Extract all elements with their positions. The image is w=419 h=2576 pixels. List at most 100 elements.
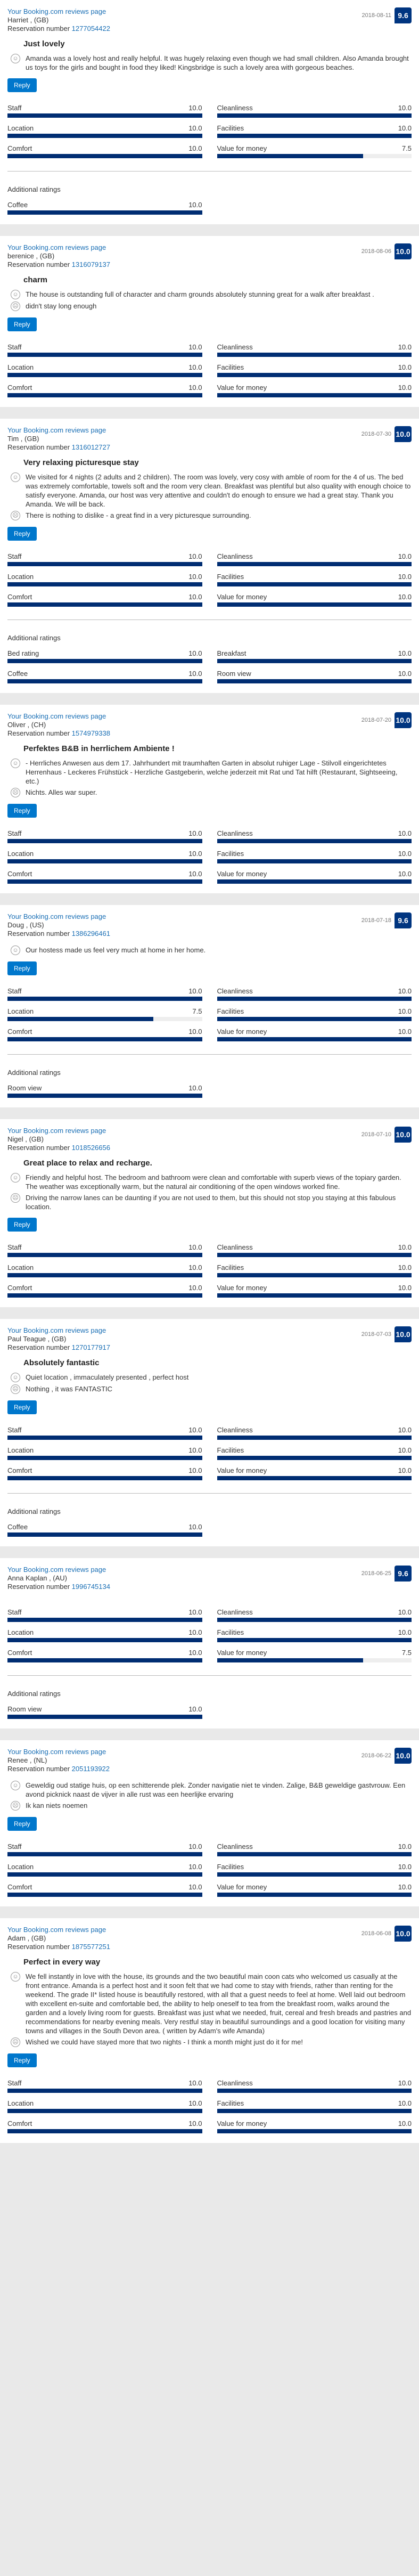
reservation-number-link[interactable]: 1386296461 (72, 930, 110, 938)
booking-reviews-link[interactable]: Your Booking.com reviews page (7, 426, 110, 435)
rating-row: Cleanliness 10.0 (217, 1243, 412, 1251)
reservation-number-link[interactable]: 1875577251 (72, 1943, 110, 1951)
review-card: Your Booking.com reviews page Renee , (NL… (0, 1740, 419, 1906)
rating-bar (7, 1273, 202, 1277)
booking-reviews-link[interactable]: Your Booking.com reviews page (7, 1566, 110, 1574)
booking-reviews-link[interactable]: Your Booking.com reviews page (7, 1926, 110, 1934)
rating-item: Location 10.0 (7, 1863, 202, 1877)
smile-icon: ☺ (11, 1972, 20, 1982)
rating-value: 10.0 (398, 363, 412, 371)
rating-bar (217, 353, 412, 357)
rating-bar-fill (217, 859, 412, 863)
reservation-number-link[interactable]: 1316079137 (72, 260, 110, 268)
rating-bar (7, 1094, 202, 1098)
negative-comment: ☹ Nichts. Alles war super. (7, 788, 412, 797)
rating-bar-fill (7, 1037, 202, 1041)
booking-reviews-link[interactable]: Your Booking.com reviews page (7, 1127, 110, 1135)
rating-row: Location 7.5 (7, 1007, 202, 1015)
booking-reviews-link[interactable]: Your Booking.com reviews page (7, 243, 110, 252)
reply-button[interactable]: Reply (7, 2053, 37, 2067)
rating-label: Room view (7, 1084, 42, 1092)
rating-bar (217, 679, 412, 683)
rating-bar-fill (7, 1872, 202, 1877)
positive-text: Quiet location , immaculately presented … (26, 1373, 189, 1381)
reservation-label: Reservation number (7, 1765, 72, 1773)
reply-button[interactable]: Reply (7, 1218, 37, 1232)
rating-bar-fill (7, 210, 202, 215)
reservation-number-link[interactable]: 1574979338 (72, 729, 110, 737)
rating-value: 10.0 (398, 1028, 412, 1036)
rating-bar-fill (7, 859, 202, 863)
rating-label: Staff (7, 1426, 22, 1434)
rating-value: 10.0 (188, 1863, 202, 1871)
rating-bar-fill (217, 602, 412, 607)
reservation-line: Reservation number 1018526656 (7, 1144, 110, 1152)
review-meta: Your Booking.com reviews page Adam , (GB)… (7, 1926, 110, 1951)
rating-row: Room view 10.0 (7, 1084, 202, 1092)
booking-reviews-link[interactable]: Your Booking.com reviews page (7, 912, 110, 921)
rating-item: Cleanliness 10.0 (217, 552, 412, 566)
rating-value: 10.0 (188, 649, 202, 657)
rating-row: Comfort 10.0 (7, 144, 202, 152)
review-meta: Your Booking.com reviews page Renee , (NL… (7, 1748, 110, 1773)
reply-button[interactable]: Reply (7, 961, 37, 975)
rating-item: Room view 10.0 (7, 1705, 202, 1719)
reply-button[interactable]: Reply (7, 78, 37, 92)
rating-label: Cleanliness (217, 1243, 253, 1251)
reservation-number-link[interactable]: 1996745134 (72, 1583, 110, 1591)
rating-label: Value for money (217, 1284, 267, 1292)
rating-bar (7, 1638, 202, 1642)
rating-row: Location 10.0 (7, 1628, 202, 1636)
score-badge: 10.0 (395, 243, 412, 259)
negative-text: Nichts. Alles war super. (26, 788, 97, 796)
booking-reviews-link[interactable]: Your Booking.com reviews page (7, 1748, 110, 1756)
rating-bar (7, 1293, 202, 1298)
review-score-area: 2018-07-18 9.6 (362, 912, 412, 928)
reply-button[interactable]: Reply (7, 317, 37, 331)
rating-bar (217, 154, 412, 158)
rating-label: Value for money (217, 870, 267, 878)
reply-button[interactable]: Reply (7, 1400, 37, 1414)
reply-button[interactable]: Reply (7, 527, 37, 541)
reservation-number-link[interactable]: 1018526656 (72, 1144, 110, 1152)
rating-bar-fill (7, 1253, 202, 1257)
rating-bar-fill (7, 154, 202, 158)
booking-reviews-link[interactable]: Your Booking.com reviews page (7, 712, 110, 721)
rating-bar (217, 879, 412, 884)
rating-label: Cleanliness (217, 829, 253, 837)
rating-bar (217, 1852, 412, 1856)
reservation-number-link[interactable]: 1316012727 (72, 443, 110, 451)
rating-bar (217, 393, 412, 397)
ratings-grid: Staff 10.0 Cleanliness 10.0 Location 10.0 Faci… (7, 343, 412, 397)
rating-item: Comfort 10.0 (7, 1284, 202, 1298)
reply-button[interactable]: Reply (7, 1817, 37, 1831)
rating-value: 10.0 (188, 870, 202, 878)
divider (7, 1493, 412, 1494)
booking-reviews-link[interactable]: Your Booking.com reviews page (7, 7, 110, 16)
smile-icon: ☺ (11, 54, 20, 63)
rating-row: Staff 10.0 (7, 2079, 202, 2087)
positive-comment: ☺ Quiet location , immaculately presented… (7, 1373, 412, 1382)
reservation-number-link[interactable]: 1277054422 (72, 25, 110, 32)
reservation-number-link[interactable]: 1270177917 (72, 1343, 110, 1351)
positive-text: Our hostess made us feel very much at ho… (26, 946, 206, 954)
positive-comment: ☺ Our hostess made us feel very much at h… (7, 945, 412, 955)
rating-label: Cleanliness (217, 343, 253, 351)
reservation-line: Reservation number 1270177917 (7, 1343, 110, 1352)
rating-value: 10.0 (398, 1284, 412, 1292)
rating-label: Location (7, 363, 34, 371)
rating-item: Comfort 10.0 (7, 1649, 202, 1662)
reservation-number-link[interactable]: 2051193922 (72, 1765, 110, 1773)
rating-label: Comfort (7, 1028, 32, 1036)
reservation-line: Reservation number 2051193922 (7, 1765, 110, 1773)
reply-button[interactable]: Reply (7, 804, 37, 818)
rating-bar (7, 373, 202, 377)
rating-value: 10.0 (188, 552, 202, 560)
additional-ratings-grid: Bed rating 10.0 Breakfast 10.0 Coffee 10.0 Roo… (7, 649, 412, 683)
booking-reviews-link[interactable]: Your Booking.com reviews page (7, 1326, 110, 1335)
review-header: Your Booking.com reviews page Anna Kaplan… (7, 1566, 412, 1591)
score-badge: 10.0 (395, 712, 412, 728)
rating-row: Location 10.0 (7, 573, 202, 581)
rating-bar-fill (7, 1456, 202, 1460)
rating-bar-fill (217, 2129, 412, 2133)
